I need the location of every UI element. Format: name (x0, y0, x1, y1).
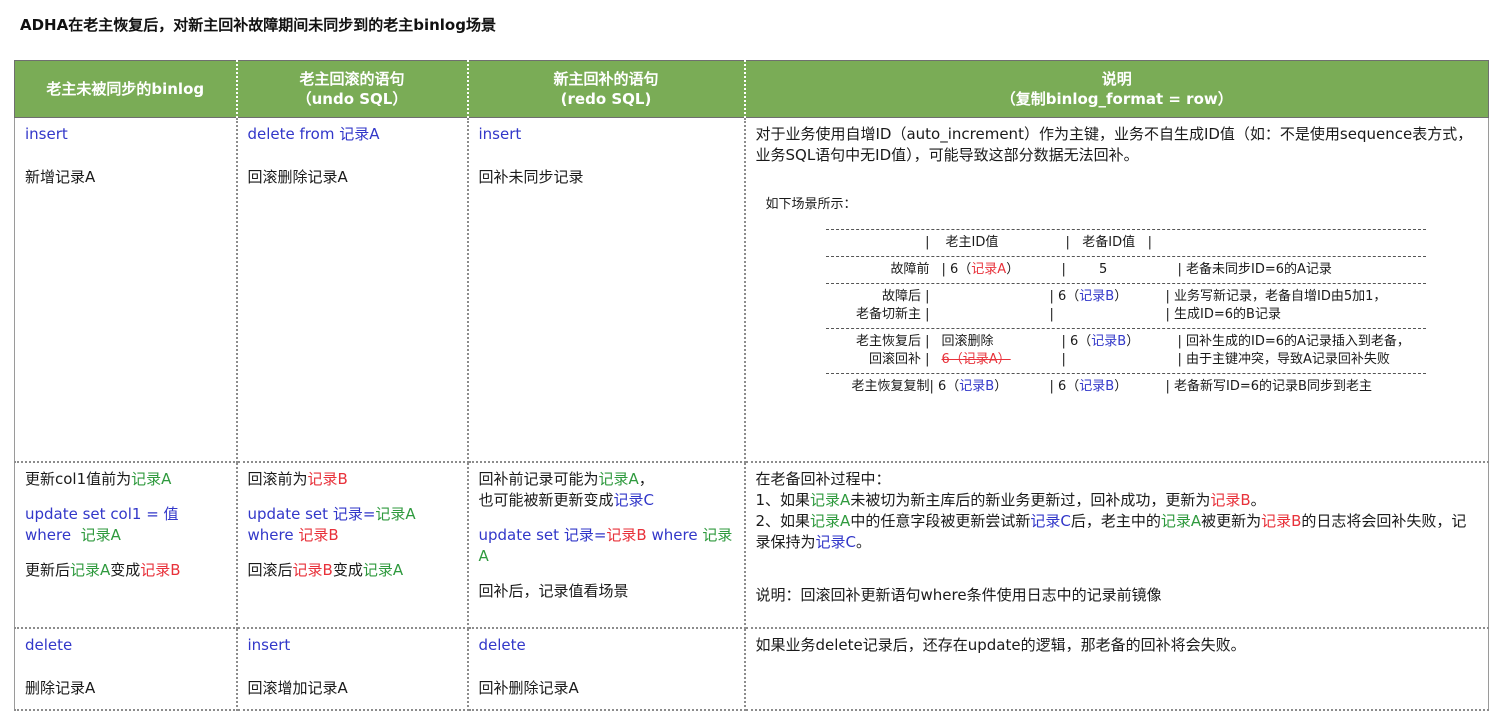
header-undo-sql: 老主回滚的语句 （undo SQL） (236, 60, 469, 118)
cell-undo-insert: delete from 记录A 回滚删除记录A (236, 117, 469, 463)
cell-note-delete: 如果业务delete记录后，还存在update的逻辑，那老备的回补将会失败。 (744, 627, 1489, 711)
table-row-insert: insert 新增记录A delete from 记录A 回滚删除记录A ins… (14, 117, 1489, 463)
cell-binlog-insert: insert 新增记录A (14, 117, 238, 463)
cell-redo-delete: delete 回补删除记录A (467, 627, 746, 711)
header-redo-sql: 新主回补的语句 (redo SQL) (467, 60, 746, 118)
header-row: 老主未被同步的binlog 老主回滚的语句 （undo SQL） 新主回补的语句(… (14, 60, 1489, 118)
header-description: 说明 （复制binlog_format = row） (744, 60, 1489, 118)
cell-binlog-delete: delete 删除记录A (14, 627, 238, 711)
table-row-delete: delete 删除记录A insert 回滚增加记录A delete 回补删除记… (14, 627, 1489, 711)
cell-binlog-update: 更新col1值前为记录A update set col1 = 值 where 记… (14, 461, 238, 629)
cell-note-update: 在老备回补过程中： 1、如果记录A未被切为新主库后的新业务更新过，回补成功，更新… (744, 461, 1489, 629)
cell-redo-update: 回补前记录可能为记录A， 也可能被新更新变成记录C update set 记录=… (467, 461, 746, 629)
example-row-after-failure: 故障后 | 老备切新主 | | 6（记录B） | | 业务写新记录，老备自增ID由5… (855, 289, 1387, 322)
cell-note-insert: 对于业务使用自增ID（auto_increment）作为主键，业务不自生成ID值… (744, 117, 1489, 463)
scenario-table: 老主未被同步的binlog 老主回滚的语句 （undo SQL） 新主回补的语句(… (14, 60, 1489, 711)
example-header-row: | 老主ID值 | 老备ID值 | (925, 235, 1152, 250)
cell-undo-update: 回滚前为记录B update set 记录=记录A where 记录B 回滚后记… (236, 461, 469, 629)
table-row-update: 更新col1值前为记录A update set col1 = 值 where 记… (14, 461, 1489, 629)
cell-redo-insert: insert 回补未同步记录 (467, 117, 746, 463)
example-table: | 老主ID值 | 老备ID值 | 故障前 | 6（记录A） | 5 | 老备未… (825, 229, 1426, 400)
example-intro: 如下场景所示： (765, 197, 857, 212)
page-title: ADHA在老主恢复后，对新主回补故障期间未同步到的老主binlog场景 (20, 16, 496, 34)
header-old-master-binlog: 老主未被同步的binlog (14, 60, 238, 118)
example-row-recovery: 老主恢复后 | 回滚回补 | 回滚删除 6（记录A） | 6（记录B） | | 回补生… (855, 334, 1410, 367)
example-row-before-failure: 故障前 | 6（记录A） | 5 | 老备未同步ID=6的A记录 (890, 262, 1332, 277)
example-row-replication: 老主恢复复制 | 6（记录B） | 6（记录B） | 老备新写ID=6的记录B同… (851, 379, 1372, 394)
cell-undo-delete: insert 回滚增加记录A (236, 627, 469, 711)
